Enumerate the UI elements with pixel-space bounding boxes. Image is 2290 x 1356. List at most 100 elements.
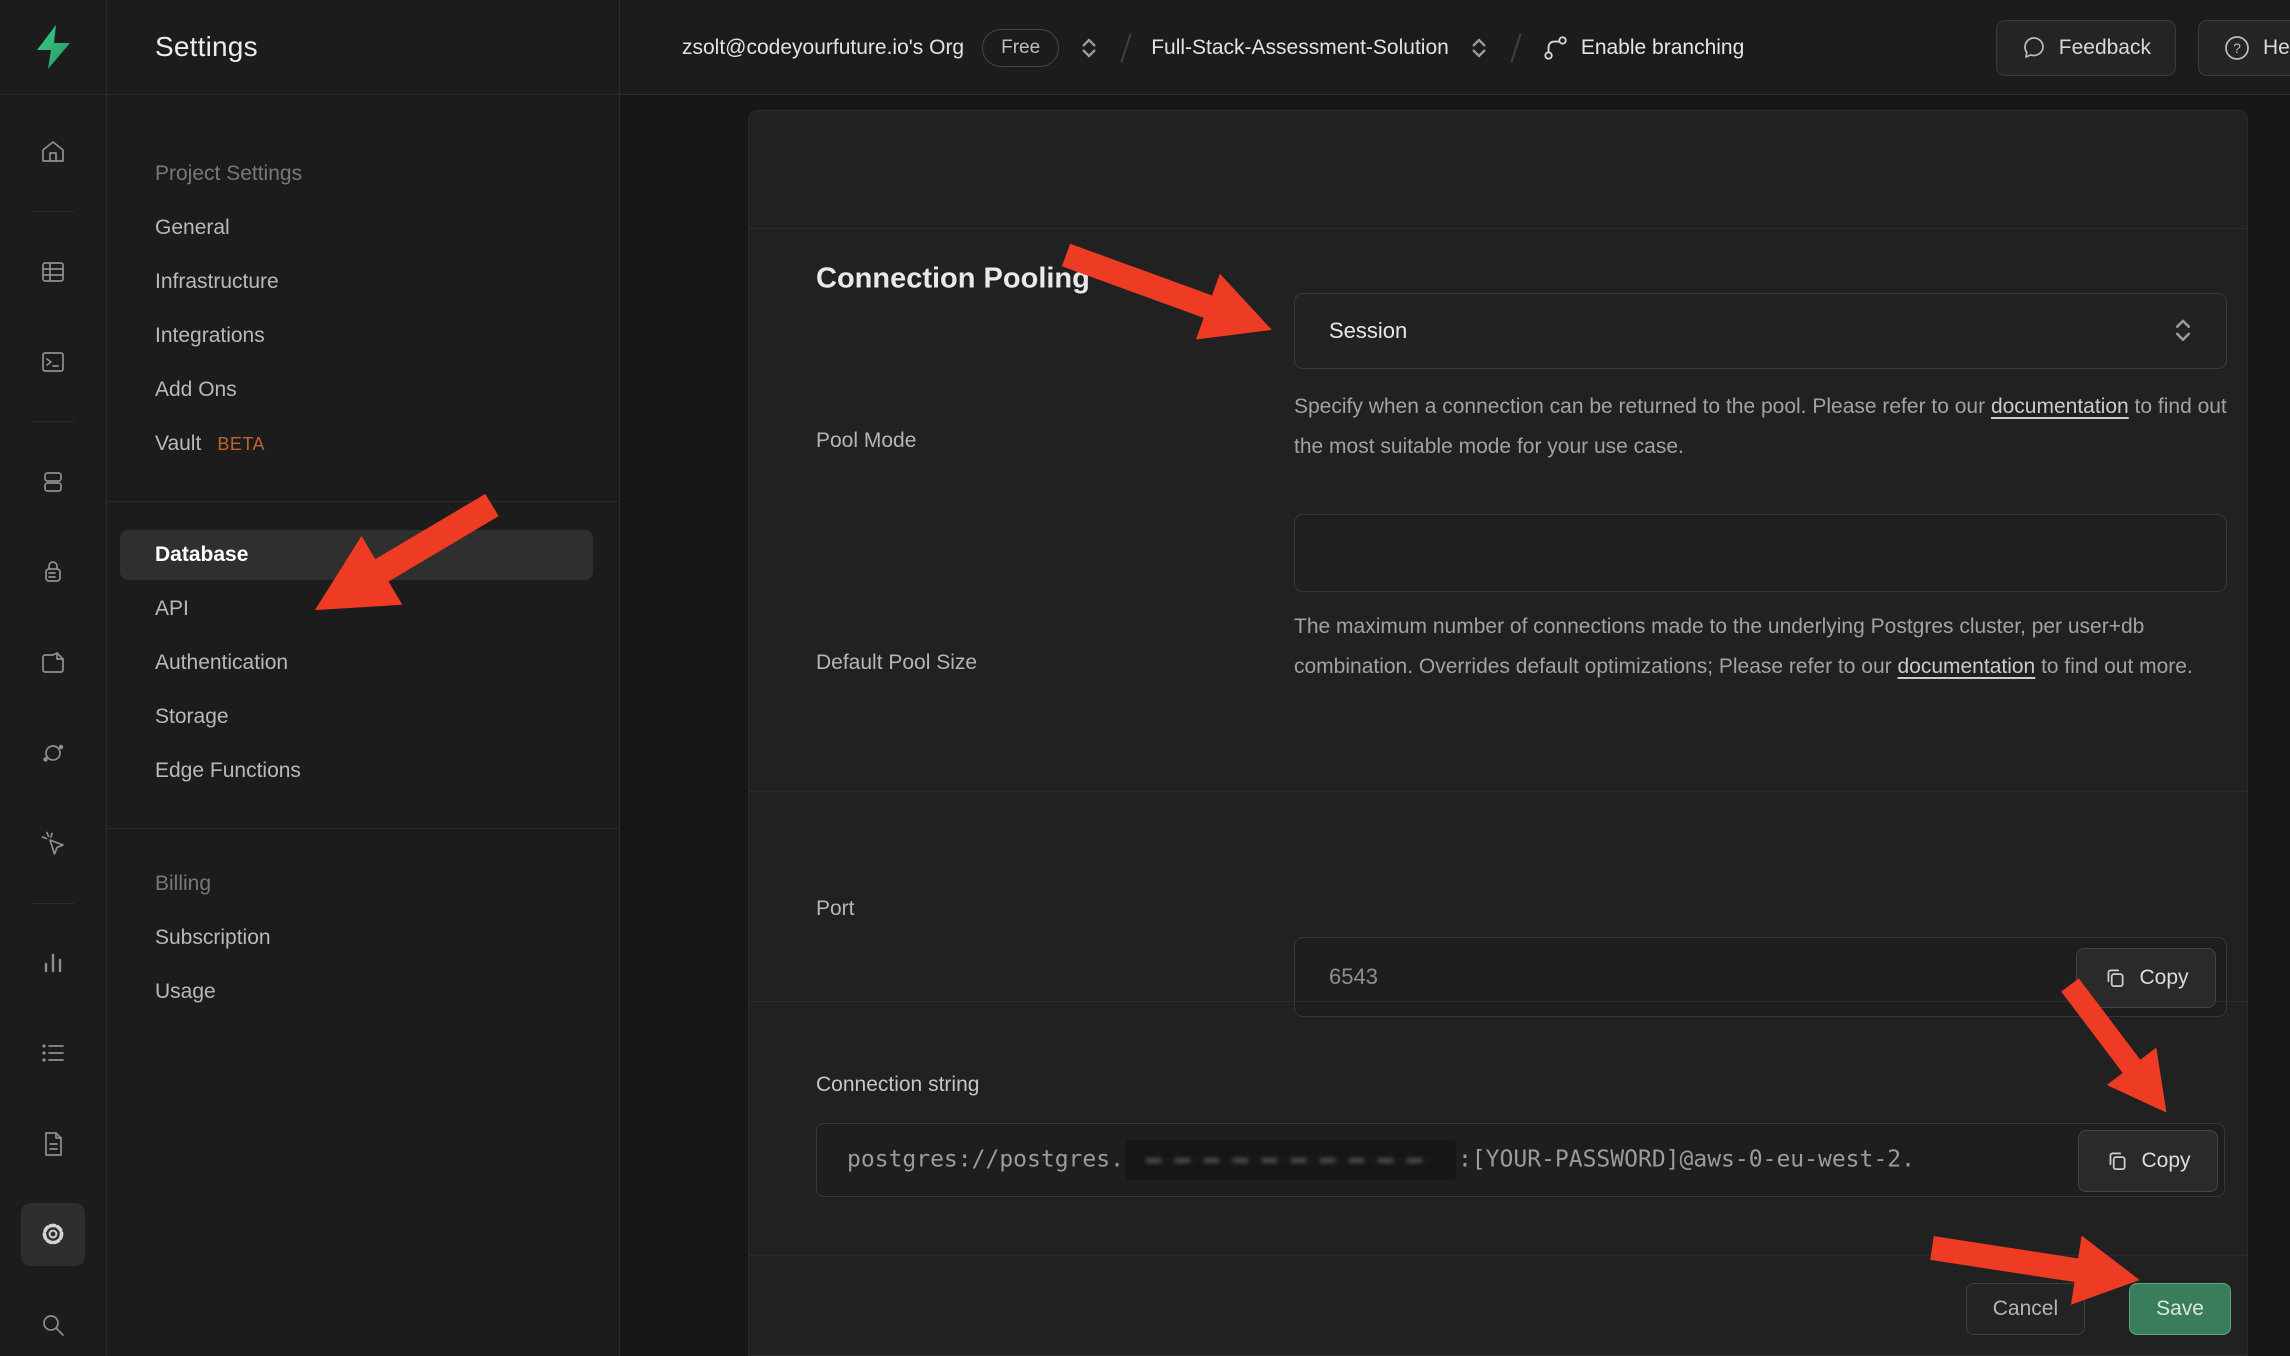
sidebar-item-integrations[interactable]: Integrations <box>107 309 619 363</box>
rail-divider <box>32 211 74 212</box>
pool-mode-select[interactable]: Session <box>1294 293 2227 369</box>
connection-pooling-panel: Connection Pooling Pool Mode Session Spe… <box>748 110 2248 1356</box>
rail-item-logs[interactable] <box>21 1022 85 1084</box>
breadcrumb-divider <box>1121 33 1132 62</box>
rail-item-api-docs[interactable] <box>21 1113 85 1175</box>
sidebar-item-api[interactable]: API <box>107 582 619 636</box>
org-switcher-chevron-icon[interactable] <box>1077 33 1101 63</box>
feedback-button[interactable]: Feedback <box>1996 20 2176 76</box>
sidebar-item-general[interactable]: General <box>107 201 619 255</box>
project-switcher-chevron-icon[interactable] <box>1467 33 1491 63</box>
breadcrumb: zsolt@codeyourfuture.io's Org Free Full-… <box>682 0 1744 94</box>
plan-badge[interactable]: Free <box>982 29 1059 67</box>
speech-bubble-icon <box>2021 35 2047 61</box>
breadcrumb-divider <box>1510 33 1521 62</box>
pool-mode-label: Pool Mode <box>816 429 916 453</box>
sidebar-item-label: Vault <box>155 432 201 456</box>
home-icon <box>39 138 67 166</box>
rail-item-edge-functions[interactable] <box>21 722 85 784</box>
advisor-cursor-icon <box>39 829 67 857</box>
sidebar-item-edge-functions[interactable]: Edge Functions <box>107 744 619 798</box>
sidebar-divider <box>107 828 619 829</box>
sidebar-group-heading: Billing <box>107 857 619 911</box>
icon-rail <box>0 95 107 1356</box>
connection-string-copy-button[interactable]: Copy <box>2078 1130 2218 1192</box>
rail-item-sql-editor[interactable] <box>21 331 85 393</box>
sidebar-item-database[interactable]: Database <box>120 530 593 580</box>
rail-item-search[interactable] <box>21 1294 85 1356</box>
default-pool-size-label: Default Pool Size <box>816 651 977 675</box>
connection-string-box[interactable]: postgres://postgres. :[YOUR-PASSWORD]@aws… <box>816 1123 2225 1197</box>
default-pool-size-input[interactable] <box>1294 514 2227 592</box>
page-title: Settings <box>107 0 620 94</box>
description-text: to find out more. <box>2035 655 2193 678</box>
reports-chart-icon <box>39 949 67 977</box>
chevron-updown-icon <box>2170 314 2196 348</box>
project-breadcrumb[interactable]: Full-Stack-Assessment-Solution <box>1151 36 1449 60</box>
storage-folder-icon <box>39 649 67 677</box>
section-divider <box>749 791 2247 792</box>
port-input[interactable]: 6543 Copy <box>1294 937 2227 1017</box>
panel-title: Connection Pooling <box>816 263 1090 296</box>
rail-item-advisors[interactable] <box>21 812 85 874</box>
rail-item-home[interactable] <box>21 121 85 183</box>
connection-string-suffix: :[YOUR-PASSWORD]@aws-0-eu-west-2. <box>1458 1147 1915 1173</box>
copy-icon <box>2103 966 2127 990</box>
copy-label: Copy <box>2139 966 2188 990</box>
feedback-label: Feedback <box>2059 36 2151 60</box>
svg-text:?: ? <box>2233 40 2241 56</box>
enable-branching-label: Enable branching <box>1581 36 1744 60</box>
documentation-link[interactable]: documentation <box>1991 395 2129 418</box>
connection-string-prefix: postgres://postgres. <box>847 1147 1124 1173</box>
section-divider <box>749 1001 2247 1002</box>
copy-icon <box>2105 1149 2129 1173</box>
rail-item-database[interactable] <box>21 450 85 512</box>
sidebar-item-subscription[interactable]: Subscription <box>107 911 619 965</box>
panel-footer-actions: Cancel Save <box>1966 1283 2231 1335</box>
search-icon <box>39 1311 67 1339</box>
sidebar-group-heading: Project Settings <box>107 147 619 201</box>
top-bar: Settings zsolt@codeyourfuture.io's Org F… <box>0 0 2290 95</box>
sidebar-item-authentication[interactable]: Authentication <box>107 636 619 690</box>
sidebar-item-storage[interactable]: Storage <box>107 690 619 744</box>
sql-editor-icon <box>39 348 67 376</box>
rail-item-authentication[interactable] <box>21 541 85 603</box>
documentation-link[interactable]: documentation <box>1897 655 2035 678</box>
app-logo[interactable] <box>0 0 107 94</box>
sidebar-item-infrastructure[interactable]: Infrastructure <box>107 255 619 309</box>
pool-mode-description: Specify when a connection can be returne… <box>1294 387 2239 467</box>
logs-list-icon <box>39 1039 67 1067</box>
settings-sidebar: Project Settings General Infrastructure … <box>107 95 620 1356</box>
database-icon <box>39 468 67 496</box>
port-copy-button[interactable]: Copy <box>2076 948 2216 1008</box>
sidebar-item-add-ons[interactable]: Add Ons <box>107 363 619 417</box>
cancel-button[interactable]: Cancel <box>1966 1283 2085 1335</box>
settings-gear-icon <box>38 1219 68 1249</box>
beta-badge: BETA <box>217 434 265 455</box>
rail-item-settings[interactable] <box>21 1203 85 1265</box>
help-button[interactable]: ? Help <box>2198 20 2290 76</box>
git-branch-icon <box>1541 34 1569 62</box>
port-value: 6543 <box>1329 964 1378 990</box>
sidebar-item-usage[interactable]: Usage <box>107 965 619 1019</box>
copy-label: Copy <box>2141 1149 2190 1173</box>
description-text: Specify when a connection can be returne… <box>1294 395 1991 418</box>
rail-divider <box>32 421 74 422</box>
rail-item-storage[interactable] <box>21 631 85 693</box>
sidebar-divider <box>107 501 619 502</box>
sidebar-item-vault[interactable]: Vault BETA <box>107 417 619 471</box>
org-breadcrumb[interactable]: zsolt@codeyourfuture.io's Org <box>682 36 964 60</box>
table-editor-icon <box>39 258 67 286</box>
save-button[interactable]: Save <box>2129 1283 2231 1335</box>
enable-branching-button[interactable]: Enable branching <box>1541 34 1744 62</box>
panel-divider <box>749 228 2247 229</box>
rail-item-table-editor[interactable] <box>21 240 85 302</box>
top-bar-actions: Feedback ? Help <box>1996 0 2290 94</box>
rail-item-reports[interactable] <box>21 932 85 994</box>
rail-divider <box>32 903 74 904</box>
port-label: Port <box>816 897 855 921</box>
edge-functions-icon <box>39 739 67 767</box>
auth-lock-icon <box>39 558 67 586</box>
pool-mode-value: Session <box>1329 318 2170 344</box>
connection-string-value: postgres://postgres. :[YOUR-PASSWORD]@aws… <box>847 1140 1915 1180</box>
